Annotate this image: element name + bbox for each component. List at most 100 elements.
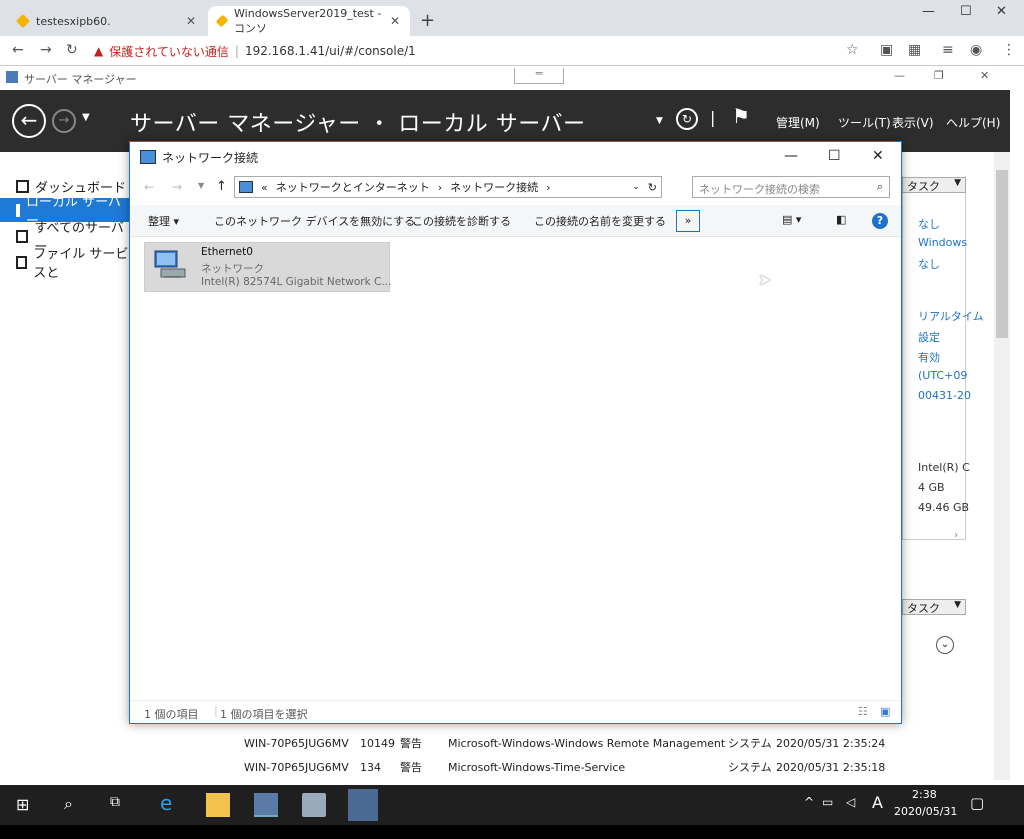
internet-explorer-icon[interactable]: e <box>160 791 172 815</box>
media-icon[interactable]: ≡ <box>942 42 954 58</box>
extension-icon[interactable]: ▦ <box>908 42 921 58</box>
reload-icon[interactable]: ↻ <box>66 42 78 58</box>
file-explorer-icon[interactable] <box>206 793 230 817</box>
back-arrow-icon[interactable]: ← <box>144 180 154 194</box>
clock-time[interactable]: 2:38 <box>912 788 937 801</box>
organize-button[interactable]: 整理 ▾ <box>148 213 179 229</box>
browser-tab-2[interactable]: WindowsServer2019_test - コンソ ✕ <box>208 6 410 36</box>
search-icon[interactable]: ⌕ <box>64 794 73 814</box>
tiles-view-icon[interactable]: ▣ <box>880 705 890 718</box>
property-value[interactable]: なし <box>918 216 940 232</box>
task-view-icon[interactable]: ⧉ <box>110 794 120 810</box>
rename-button[interactable]: この接続の名前を変更する <box>534 213 666 229</box>
back-arrow-icon[interactable]: ← <box>12 42 24 58</box>
restore-icon[interactable]: ❐ <box>934 69 944 82</box>
new-tab-icon[interactable]: + <box>420 10 435 31</box>
network-folder-icon <box>140 150 156 164</box>
menu-help[interactable]: ヘルプ(H) <box>946 114 1000 131</box>
star-icon[interactable]: ☆ <box>846 42 859 58</box>
profile-icon[interactable]: ◉ <box>970 42 982 58</box>
address-bar[interactable]: ▲ 保護されていない通信 | 192.168.1.41/ui/#/console… <box>94 40 866 62</box>
property-value[interactable]: 有効 <box>918 349 940 365</box>
show-hidden-icons-icon[interactable]: ^ <box>804 795 814 809</box>
view-options-icon[interactable]: ▤ ▾ <box>782 213 801 226</box>
help-icon[interactable]: ? <box>872 213 888 229</box>
close-icon[interactable]: ✕ <box>872 148 884 164</box>
search-placeholder: ネットワーク接続の検索 <box>699 183 820 196</box>
clock-date[interactable]: 2020/05/31 <box>894 805 957 818</box>
diagnose-button[interactable]: この接続を診断する <box>412 213 511 229</box>
cell-id: 10149 <box>360 736 395 750</box>
close-tab-icon[interactable]: ✕ <box>186 14 196 28</box>
property-value[interactable]: (UTC+09 <box>918 369 967 382</box>
chevron-right-icon[interactable]: › <box>546 181 550 194</box>
path-segment[interactable]: ネットワーク接続 <box>450 179 538 195</box>
scroll-right-icon[interactable]: › <box>954 530 958 541</box>
disable-device-button[interactable]: このネットワーク デバイスを無効にする <box>214 213 415 229</box>
cast-icon[interactable]: ▣ <box>880 42 893 58</box>
path-overflow[interactable]: « <box>261 181 268 194</box>
network-adapter-item[interactable]: Ethernet0 ネットワーク Intel(R) 82574L Gigabit… <box>144 242 391 292</box>
minimize-icon[interactable]: — <box>922 4 935 19</box>
up-arrow-icon[interactable]: ↑ <box>216 179 227 194</box>
control-panel-icon[interactable] <box>302 793 326 817</box>
property-value[interactable]: リアルタイム <box>918 308 984 324</box>
close-tab-icon[interactable]: ✕ <box>390 14 400 28</box>
separator: | <box>214 704 218 717</box>
property-value[interactable]: なし <box>918 256 940 272</box>
minimize-icon[interactable]: — <box>894 69 905 82</box>
menu-manage[interactable]: 管理(M) <box>776 114 820 131</box>
forward-arrow-icon[interactable]: → <box>172 180 182 194</box>
menu-view[interactable]: 表示(V) <box>892 114 934 131</box>
console-handle-icon[interactable]: ═ <box>514 68 564 84</box>
menu-icon[interactable]: ⋮ <box>1002 42 1016 58</box>
address-bar[interactable]: « ネットワークとインターネット › ネットワーク接続 › ⌄ ↻ <box>234 176 662 198</box>
minimize-icon[interactable]: — <box>784 148 798 164</box>
command-bar: 整理 ▾ このネットワーク デバイスを無効にする この接続を診断する この接続の… <box>130 205 901 237</box>
more-commands-button[interactable]: » <box>676 210 700 232</box>
maximize-icon[interactable]: ☐ <box>960 4 972 19</box>
forward-circle-icon[interactable]: → <box>52 109 76 133</box>
dropdown-icon[interactable]: ▼ <box>656 116 663 126</box>
refresh-icon[interactable]: ↻ <box>676 108 698 130</box>
flag-icon[interactable]: ⚑ <box>732 104 750 128</box>
volume-muted-icon[interactable]: ◁ <box>846 795 855 809</box>
preview-pane-icon[interactable]: ◧ <box>836 213 846 226</box>
path-segment[interactable]: ネットワークとインターネット <box>276 179 430 195</box>
recent-dropdown-icon[interactable]: ▼ <box>198 181 204 190</box>
close-icon[interactable]: ✕ <box>980 69 989 82</box>
network-status-icon[interactable]: ▭ <box>822 795 833 809</box>
details-view-icon[interactable]: ☷ <box>858 705 868 718</box>
tasks-dropdown-2[interactable]: タスク ▼ <box>902 599 966 615</box>
cell-date: 2020/05/31 2:35:18 <box>776 760 886 774</box>
ime-indicator[interactable]: A <box>872 793 883 812</box>
menu-tools[interactable]: ツール(T) <box>838 114 891 131</box>
warning-icon: ▲ <box>94 44 104 58</box>
maximize-icon[interactable]: ☐ <box>828 148 841 164</box>
back-circle-icon[interactable]: ← <box>12 104 46 138</box>
property-value[interactable]: 00431-20 <box>918 389 971 402</box>
cell-source: Microsoft-Windows-Windows Remote Managem… <box>448 736 726 750</box>
close-window-icon[interactable]: ✕ <box>996 4 1007 19</box>
expand-chevron-icon[interactable]: ⌄ <box>936 636 954 654</box>
refresh-icon[interactable]: ↻ <box>648 181 661 194</box>
history-dropdown-icon[interactable]: ▼ <box>82 112 90 123</box>
chevron-right-icon[interactable]: › <box>438 181 442 194</box>
favicon-icon <box>15 13 31 29</box>
property-value[interactable]: 設定 <box>918 329 940 345</box>
forward-arrow-icon[interactable]: → <box>40 42 52 58</box>
server-manager-icon[interactable] <box>254 793 278 817</box>
chevron-down-icon[interactable]: ⌄ <box>632 182 640 192</box>
tasks-label: タスク <box>907 602 940 615</box>
notifications-icon[interactable]: ▢ <box>970 794 984 812</box>
search-input[interactable]: ネットワーク接続の検索 ⌕ <box>692 176 890 198</box>
network-connections-taskbar-icon[interactable] <box>348 789 378 821</box>
browser-tab-1[interactable]: testesxipb60. ✕ <box>8 6 206 36</box>
sidebar-item-file-services[interactable]: ファイル サービスと <box>0 247 130 281</box>
scrollbar-thumb[interactable] <box>996 170 1008 338</box>
dialog-title: ネットワーク接続 <box>162 150 259 165</box>
search-icon[interactable]: ⌕ <box>877 180 883 194</box>
start-windows-icon[interactable]: ⊞ <box>16 795 29 814</box>
tasks-dropdown[interactable]: タスク ▼ <box>902 177 966 193</box>
property-value[interactable]: Windows <box>918 236 967 249</box>
